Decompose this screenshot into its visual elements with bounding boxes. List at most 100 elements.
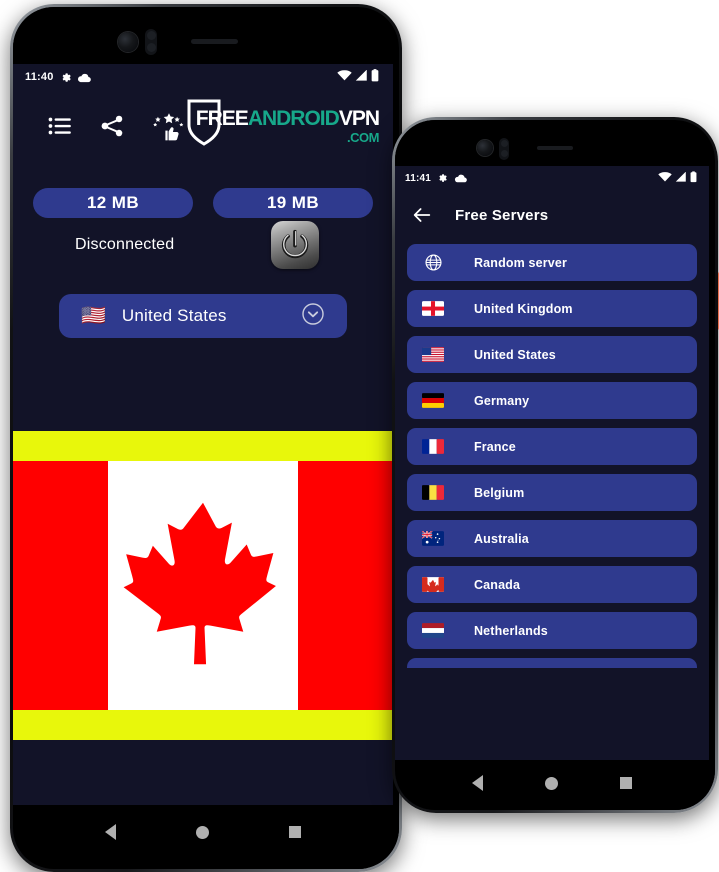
phone-primary-body: 11:40 FREE ANDROID VPN .COM 12 MB 19 MB … [13,7,399,869]
phone-secondary-bezel: 11:41 Free Servers Random server United … [395,120,715,810]
menu-list-icon[interactable] [47,113,73,139]
nav-home-icon[interactable] [545,776,558,790]
server-item-belgium[interactable]: Belgium [407,474,697,511]
brand-logo: FREE ANDROID VPN .COM [187,99,380,152]
country-selector[interactable]: 🇺🇸 United States [59,294,347,338]
connection-status-text: Disconnected [75,236,175,253]
gear-icon [60,72,71,83]
toolbar-icon-group [47,113,185,141]
download-badge: 12 MB [33,188,193,218]
android-navbar [395,760,709,806]
server-item-germany[interactable]: Germany [407,382,697,419]
server-item-australia[interactable]: Australia [407,520,697,557]
signal-icon [355,69,368,84]
us-flag-icon [420,347,446,362]
us-flag-icon: 🇺🇸 [81,305,106,327]
maple-leaf-icon [123,502,276,664]
front-camera-icon [477,140,493,156]
server-item-united-states[interactable]: United States [407,336,697,373]
power-icon [281,229,309,259]
status-bar: 11:41 [395,166,709,190]
status-time: 11:41 [405,172,432,184]
canada-flag-left-band [13,461,108,710]
phone-primary-bezel: 11:40 FREE ANDROID VPN .COM 12 MB 19 MB … [13,7,399,869]
germany-flag-icon [420,393,446,408]
belgium-flag-icon [420,485,446,500]
phone-secondary-screen: 11:41 Free Servers Random server United … [395,166,709,806]
data-usage-badges: 12 MB 19 MB [13,162,393,218]
status-time: 11:40 [25,71,54,83]
uk-flag-icon [420,301,446,316]
ad-banner[interactable] [13,431,393,740]
cloud-icon [77,73,91,82]
server-name: Random server [474,255,567,270]
ad-top-bar [13,431,393,461]
canada-flag-icon [420,577,446,592]
power-toggle-button[interactable] [271,221,319,269]
server-name: Germany [474,393,530,408]
server-name: France [474,439,516,454]
status-bar-left: 11:40 [25,71,91,83]
wifi-icon [658,171,672,185]
server-name: Netherlands [474,623,548,638]
server-item-random[interactable]: Random server [407,244,697,281]
globe-icon [420,253,446,272]
selected-country-name: United States [121,306,227,325]
earpiece-speaker-icon [191,39,238,44]
canada-flag-center [108,461,298,710]
earpiece-speaker-icon [537,146,573,150]
nav-back-icon[interactable] [105,824,116,840]
status-bar-right [337,69,379,85]
screenshot-stage: 11:40 FREE ANDROID VPN .COM 12 MB 19 MB … [0,0,719,872]
server-name: Australia [474,531,529,546]
nav-recents-icon[interactable] [289,826,301,838]
country-selector-wrap: 🇺🇸 United States [13,290,393,338]
back-arrow-icon[interactable] [411,204,433,226]
android-navbar [13,805,393,859]
status-bar-left: 11:41 [405,173,467,184]
rate-us-icon[interactable] [151,113,185,141]
netherlands-flag-icon [420,623,446,638]
app-toolbar: FREE ANDROID VPN .COM [13,90,393,162]
proximity-sensor-icon [499,138,509,160]
logo-free: FREE [195,107,249,130]
phone-secondary-body: 11:41 Free Servers Random server United … [395,120,715,810]
upload-badge: 19 MB [213,188,373,218]
cloud-icon [454,174,467,183]
server-list: Random server United Kingdom United Stat… [395,244,709,760]
server-item-netherlands[interactable]: Netherlands [407,612,697,649]
france-flag-icon [420,439,446,454]
status-bar: 11:40 [13,64,393,90]
phone-device-secondary: 11:41 Free Servers Random server United … [392,117,719,813]
battery-icon [690,170,697,186]
server-name: Canada [474,577,521,592]
australia-flag-icon [420,531,446,546]
status-bar-right [658,170,697,186]
server-name: United Kingdom [474,301,573,316]
signal-icon [675,171,687,185]
nav-home-icon[interactable] [196,825,209,839]
logo-vpn: VPN [338,107,380,130]
logo-com: .COM [347,130,379,145]
proximity-sensor-icon [145,29,157,55]
app-bar: Free Servers [395,190,709,240]
share-icon[interactable] [99,113,125,139]
phone-device-primary: 11:40 FREE ANDROID VPN .COM 12 MB 19 MB … [10,4,402,872]
phone-primary-screen: 11:40 FREE ANDROID VPN .COM 12 MB 19 MB … [13,64,393,859]
server-item-france[interactable]: France [407,428,697,465]
nav-back-icon[interactable] [472,775,483,791]
server-item-canada[interactable]: Canada [407,566,697,603]
nav-recents-icon[interactable] [620,777,632,789]
server-name: United States [474,347,556,362]
server-name: Belgium [474,485,525,500]
server-item-partial[interactable] [407,658,697,668]
page-title: Free Servers [455,206,549,224]
server-item-united-kingdom[interactable]: United Kingdom [407,290,697,327]
ad-bottom-bar [13,710,393,740]
front-camera-icon [118,32,138,52]
logo-android: ANDROID [247,107,340,130]
connection-status-row: Disconnected [13,218,393,290]
gear-icon [437,173,448,184]
canada-flag-graphic [13,461,393,710]
chevron-down-icon[interactable] [301,302,325,331]
